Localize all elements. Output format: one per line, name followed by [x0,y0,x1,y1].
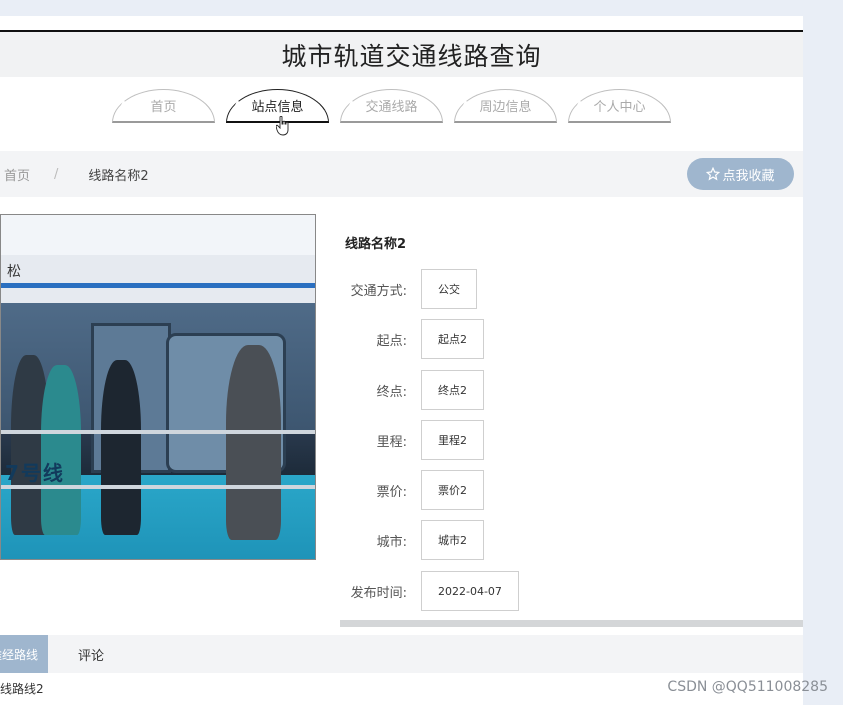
site-title: 城市轨道交通线路查询 [281,41,542,71]
detail-row-start: 起点: 起点2 [345,319,484,359]
breadcrumb-current: 线路名称2 [88,168,149,184]
breadcrumb-separator: / [54,166,59,182]
photo-person [226,345,281,540]
detail-value: 终点2 [421,370,484,410]
favorite-button-label: 点我收藏 [722,168,775,184]
detail-label: 城市: [376,534,407,550]
detail-label: 终点: [376,384,407,400]
detail-row-mileage: 里程: 里程2 [345,420,484,460]
detail-label: 里程: [376,434,407,450]
nav-tab-nearby[interactable]: 周边信息 [454,89,557,123]
detail-value: 城市2 [421,520,484,560]
site-header: 城市轨道交通线路查询 [0,30,803,77]
photo-line-text: 7号线 [5,461,65,485]
tab-route[interactable]: 途经路线 [0,635,48,673]
favorite-button[interactable]: 点我收藏 [687,158,794,190]
breadcrumb: 首页 / 线路名称2 点我收藏 [0,151,803,197]
detail-row-end: 终点: 终点2 [345,370,484,410]
detail-label: 交通方式: [350,283,407,299]
photo-sign-text: 松 [7,264,21,280]
hand-cursor-icon [276,116,289,136]
watermark: CSDN @QQ511008285 [667,679,828,695]
photo-line-map [1,283,315,288]
detail-value: 里程2 [421,420,484,460]
bottom-tabs: 途经路线 评论 [0,635,803,673]
photo-person [101,360,141,535]
detail-label: 发布时间: [350,585,407,601]
details-divider [340,620,803,627]
photo-rail [1,430,315,434]
photo-person [41,365,81,535]
route-content: 线路线2 [0,682,44,696]
route-photo: 松 7号线 [0,214,316,560]
detail-row-published: 发布时间: 2022-04-07 [345,571,519,611]
detail-value: 起点2 [421,319,484,359]
main-nav: 首页 站点信息 交通线路 周边信息 个人中心 [112,89,671,123]
nav-tab-home[interactable]: 首页 [112,89,215,123]
nav-tab-routes[interactable]: 交通线路 [340,89,443,123]
tab-comment[interactable]: 评论 [78,645,104,664]
star-outline-icon [706,167,721,181]
detail-label: 票价: [376,484,407,500]
top-strip [0,16,803,30]
detail-value: 票价2 [421,470,484,510]
detail-row-city: 城市: 城市2 [345,520,484,560]
route-details: 线路名称2 交通方式: 公交 起点: 起点2 终点: 终点2 里程: 里程2 票… [345,214,803,624]
detail-row-fare: 票价: 票价2 [345,470,484,510]
nav-tab-profile[interactable]: 个人中心 [568,89,671,123]
breadcrumb-home[interactable]: 首页 [4,165,30,184]
tab-route-label: 途经路线 [0,647,39,662]
detail-row-transport: 交通方式: 公交 [345,269,477,309]
detail-label: 起点: [376,333,407,349]
detail-value: 公交 [421,269,477,309]
detail-title: 线路名称2 [345,237,407,252]
detail-value: 2022-04-07 [421,571,519,611]
page: 城市轨道交通线路查询 首页 站点信息 交通线路 周边信息 个人中心 首页 / 线… [0,16,803,705]
